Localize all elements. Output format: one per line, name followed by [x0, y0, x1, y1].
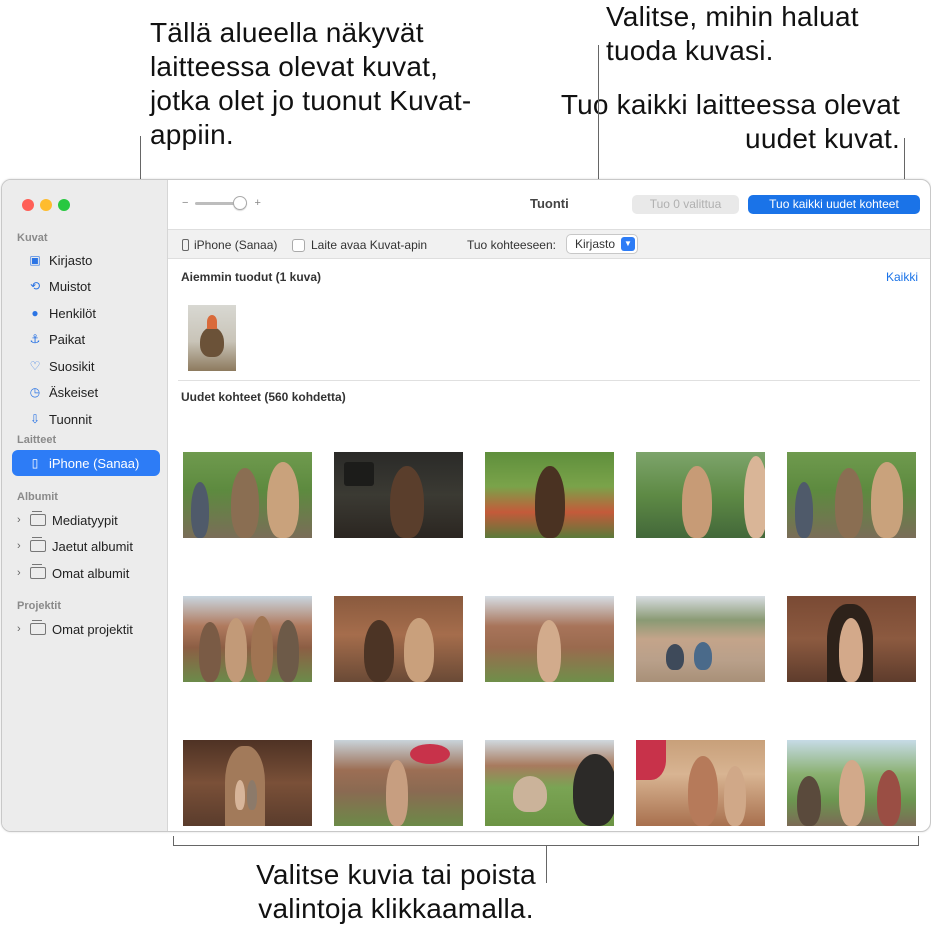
chevron-right-icon[interactable]: ›: [17, 514, 27, 526]
page-title: Tuonti: [530, 196, 569, 211]
sidebar-item-label: Jaetut albumit: [52, 538, 133, 554]
sidebar-item-muistot[interactable]: ⟲ Muistot: [12, 273, 160, 299]
zoom-slider[interactable]: − +: [182, 195, 261, 210]
sidebar-item-omat-albumit[interactable]: › Omat albumit: [12, 560, 160, 586]
clock-icon: ◷: [29, 385, 41, 399]
section-header-laitteet: Laitteet: [17, 434, 57, 446]
callout-import-all: Tuo kaikki laitteessa olevat uudet kuvat…: [560, 89, 900, 154]
photo-thumbnail[interactable]: [334, 596, 463, 682]
sidebar-item-label: Suosikit: [49, 358, 95, 374]
callout-line: [546, 845, 547, 883]
zoom-out-icon[interactable]: −: [182, 197, 188, 209]
folder-icon: [30, 511, 46, 526]
sidebar-item-omat-projektit[interactable]: › Omat projektit: [12, 616, 160, 642]
previously-imported-title: Aiemmin tuodut (1 kuva): [181, 270, 322, 284]
import-options-bar: iPhone (Sanaa) Laite avaa Kuvat-apin Tuo…: [168, 229, 930, 259]
zoom-knob[interactable]: [233, 195, 248, 210]
iphone-icon: [182, 239, 189, 251]
sidebar-item-henkilot[interactable]: ● Henkilöt: [12, 300, 160, 326]
chevron-down-icon: ▼: [621, 237, 636, 251]
folder-icon: [30, 564, 46, 579]
import-all-button[interactable]: Tuo kaikki uudet kohteet: [748, 195, 920, 214]
sidebar-item-kirjasto[interactable]: ▣ Kirjasto: [12, 247, 160, 273]
callout-select-photos: Valitse kuvia tai poista valintoja klikk…: [256, 859, 536, 924]
photo-thumbnail[interactable]: [636, 740, 765, 826]
photos-window: Kuvat ▣ Kirjasto ⟲ Muistot ● Henkilöt ⚓ …: [1, 179, 931, 832]
sidebar-item-mediatyypit[interactable]: › Mediatyypit: [12, 507, 160, 533]
import-destination-value: Kirjasto: [575, 237, 616, 251]
photo-library-icon: ▣: [29, 253, 41, 267]
sidebar-item-askeiset[interactable]: ◷ Äskeiset: [12, 379, 160, 405]
zoom-window-button[interactable]: [58, 199, 70, 211]
sidebar-item-jaetut-albumit[interactable]: › Jaetut albumit: [12, 533, 160, 559]
new-items-title: Uudet kohteet (560 kohdetta): [181, 390, 346, 404]
section-header-kuvat: Kuvat: [17, 232, 48, 244]
shared-folder-icon: [30, 537, 46, 552]
zoom-track[interactable]: [195, 195, 248, 210]
sidebar-item-label: Mediatyypit: [52, 512, 118, 528]
folder-icon: [30, 620, 46, 635]
auto-open-label: Laite avaa Kuvat-apin: [311, 238, 428, 252]
auto-open-option[interactable]: Laite avaa Kuvat-apin: [292, 238, 427, 252]
sidebar: Kuvat ▣ Kirjasto ⟲ Muistot ● Henkilöt ⚓ …: [2, 180, 168, 831]
sidebar-item-label: Henkilöt: [49, 305, 96, 321]
photo-thumbnail[interactable]: [485, 596, 614, 682]
section-header-projektit: Projektit: [17, 600, 62, 612]
import-destination-select[interactable]: Kirjasto ▼: [566, 234, 639, 254]
sidebar-item-paikat[interactable]: ⚓ Paikat: [12, 326, 160, 352]
people-icon: ●: [31, 306, 39, 320]
toolbar: − + Tuonti Tuo 0 valittua Tuo kaikki uud…: [168, 180, 930, 229]
minimize-window-button[interactable]: [40, 199, 52, 211]
device-name: iPhone (Sanaa): [194, 238, 278, 252]
heart-icon: ♡: [29, 359, 41, 373]
memories-icon: ⟲: [29, 279, 41, 293]
photo-thumbnail[interactable]: [787, 596, 916, 682]
chevron-right-icon[interactable]: ›: [17, 567, 27, 579]
sidebar-item-label: Kirjasto: [49, 252, 93, 268]
photo-thumbnail[interactable]: [183, 596, 312, 682]
chevron-right-icon[interactable]: ›: [17, 623, 27, 635]
photo-thumbnail[interactable]: [183, 452, 312, 538]
close-window-button[interactable]: [22, 199, 34, 211]
sidebar-item-label: Tuonnit: [49, 411, 92, 427]
photo-thumbnail[interactable]: [485, 452, 614, 538]
sidebar-item-label: Muistot: [49, 278, 91, 294]
photo-thumbnail[interactable]: [787, 452, 916, 538]
sidebar-item-iphone[interactable]: ▯ iPhone (Sanaa): [12, 450, 160, 476]
callout-bracket: [918, 836, 919, 846]
import-to-label: Tuo kohteeseen:: [467, 238, 556, 252]
sidebar-item-label: Omat projektit: [52, 621, 133, 637]
photo-thumbnail[interactable]: [334, 452, 463, 538]
callout-previously-imported: Tällä alueella näkyvät laitteessa olevat…: [150, 17, 472, 150]
sidebar-item-label: Omat albumit: [52, 565, 130, 581]
callout-bracket: [173, 836, 174, 846]
section-header-albumit: Albumit: [17, 491, 58, 503]
sidebar-item-label: Paikat: [49, 331, 86, 347]
import-view: − + Tuonti Tuo 0 valittua Tuo kaikki uud…: [168, 180, 930, 831]
photo-thumbnail[interactable]: [334, 740, 463, 826]
section-divider: [178, 380, 920, 381]
device-label: iPhone (Sanaa): [182, 238, 277, 252]
photo-thumbnail[interactable]: [188, 305, 236, 371]
auto-open-checkbox[interactable]: [292, 238, 305, 252]
zoom-in-icon[interactable]: +: [254, 197, 260, 209]
import-icon: ⇩: [29, 412, 41, 426]
places-pin-icon: ⚓: [29, 332, 41, 346]
photo-thumbnail[interactable]: [787, 740, 916, 826]
chevron-right-icon[interactable]: ›: [17, 540, 27, 552]
import-selected-button[interactable]: Tuo 0 valittua: [632, 195, 739, 214]
sidebar-item-suosikit[interactable]: ♡ Suosikit: [12, 353, 160, 379]
sidebar-item-tuonnit[interactable]: ⇩ Tuonnit: [12, 406, 160, 432]
photo-thumbnail[interactable]: [636, 452, 765, 538]
iphone-icon: ▯: [31, 456, 39, 470]
show-all-link[interactable]: Kaikki: [886, 270, 918, 284]
photo-thumbnail[interactable]: [636, 596, 765, 682]
photo-thumbnail[interactable]: [485, 740, 614, 826]
sidebar-item-label: Äskeiset: [49, 384, 99, 400]
photo-thumbnail[interactable]: [183, 740, 312, 826]
sidebar-item-label: iPhone (Sanaa): [49, 455, 140, 471]
callout-import-destination: Valitse, mihin haluat tuoda kuvasi.: [606, 1, 859, 66]
